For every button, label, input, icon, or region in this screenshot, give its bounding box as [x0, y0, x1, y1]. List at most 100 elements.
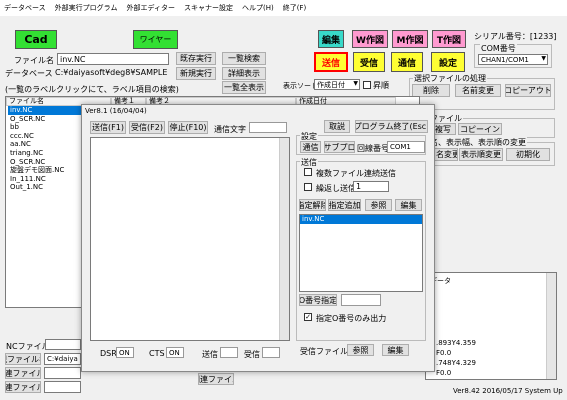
- w-figure-button[interactable]: W作図: [352, 30, 388, 48]
- list-item[interactable]: triang.NC: [8, 149, 82, 158]
- version-footer: Ver8.42 2016/05/17 System Up: [453, 387, 563, 395]
- receive-file-label: 受信ファイル: [300, 347, 348, 356]
- o-number-spec-button[interactable]: O番号指定: [299, 294, 337, 306]
- related-file2-button[interactable]: 関連ファイル2: [5, 381, 41, 393]
- list-item[interactable]: 旋盤デモ図面.NC: [8, 166, 82, 175]
- sort-select[interactable]: 作成日付 ▼: [314, 79, 360, 90]
- list-item[interactable]: O_SCR.NC: [8, 115, 82, 124]
- clear-spec-button[interactable]: 指定解除: [299, 199, 326, 211]
- list-item[interactable]: inv.NC: [8, 106, 82, 115]
- related-file1-button[interactable]: 関連ファイル1: [5, 367, 41, 379]
- rename-button[interactable]: 名前変更: [455, 84, 501, 97]
- selected-file-group-title: 選択ファイルの処理: [413, 73, 487, 84]
- send-button[interactable]: 送信: [314, 52, 348, 72]
- copy-out-button[interactable]: コピーアウト: [505, 84, 551, 97]
- data-line: F0.0: [436, 369, 452, 377]
- receive-browse-button[interactable]: 参照: [347, 344, 374, 356]
- data-line: F0.0: [436, 349, 452, 357]
- send-browse-button[interactable]: 参照: [365, 199, 392, 211]
- send-file-list[interactable]: inv.NC: [299, 214, 423, 292]
- data-line: .748Y4.329: [436, 359, 476, 367]
- com-select[interactable]: CHAN1/COM1 ▼: [478, 54, 548, 65]
- list-item[interactable]: bb: [8, 123, 82, 132]
- related-file-button[interactable]: 関連ファイル: [198, 373, 234, 385]
- receive-status-label: 受信: [244, 350, 260, 359]
- initialize-button[interactable]: 初期化: [506, 148, 550, 161]
- file-name-input[interactable]: inv.NC: [57, 53, 169, 65]
- dialog-manual-button[interactable]: 取説: [324, 120, 350, 133]
- hint-text: (一覧のラベルクリックにて、ラベル項目の検索): [5, 85, 179, 94]
- communication-button[interactable]: 通信: [391, 52, 423, 72]
- list-item[interactable]: ccc.NC: [8, 132, 82, 141]
- dsr-value: ON: [116, 347, 134, 358]
- menu-scanner-settings[interactable]: スキャナー設定: [184, 3, 233, 13]
- dialog-exit-button[interactable]: プログラム終了(Esc): [355, 120, 428, 133]
- menu-database[interactable]: データベース: [4, 3, 46, 13]
- only-o-output-label: 指定O番号のみ出力: [316, 314, 387, 323]
- list-item[interactable]: aa.NC: [8, 140, 82, 149]
- show-all-button[interactable]: 一覧全表示: [222, 81, 266, 94]
- dialog-receive-button[interactable]: 受信(F2): [129, 121, 165, 134]
- ascending-checkbox[interactable]: [363, 81, 371, 89]
- parent-file-input[interactable]: C:¥daiya: [44, 353, 81, 365]
- settings-button[interactable]: 設定: [431, 52, 465, 72]
- repeat-send-checkbox[interactable]: [304, 183, 312, 191]
- wiper-button[interactable]: ワイヤー: [133, 30, 178, 49]
- database-label: データベース: [5, 69, 53, 78]
- list-item[interactable]: Out_1.NC: [8, 183, 82, 192]
- add-spec-button[interactable]: 指定追加: [328, 199, 361, 211]
- com-value: CHAN1/COM1: [481, 55, 529, 64]
- cts-value: ON: [166, 347, 184, 358]
- chevron-down-icon: ▼: [353, 80, 358, 87]
- multi-file-label: 複数ファイル連続送信: [316, 169, 396, 178]
- send-status-label: 送信: [202, 350, 218, 359]
- chevron-down-icon: ▼: [541, 55, 546, 62]
- existing-run-button[interactable]: 既存実行: [176, 52, 216, 65]
- cad-button[interactable]: Cad: [15, 30, 57, 49]
- data-line: .893Y4.359: [436, 339, 476, 347]
- related-file1-input[interactable]: [44, 367, 81, 379]
- send-status-field: [220, 347, 238, 358]
- t-figure-button[interactable]: T作図: [432, 30, 466, 48]
- m-figure-button[interactable]: M作図: [392, 30, 428, 48]
- receive-button[interactable]: 受信: [353, 52, 385, 72]
- line-number-value: COM1: [387, 141, 425, 153]
- receive-text-area[interactable]: [90, 137, 290, 341]
- serial-number: シリアル番号：[1233]: [474, 32, 557, 41]
- menu-exit[interactable]: 終了(F): [283, 3, 307, 13]
- nc-file-input[interactable]: [45, 339, 81, 350]
- o-number-field: [341, 294, 381, 306]
- menu-external-editor[interactable]: 外部エディター: [126, 3, 175, 13]
- text-area-scrollbar[interactable]: [279, 138, 289, 340]
- parent-file-button[interactable]: 親ファイル名: [5, 353, 41, 365]
- database-path: C:¥daiyasoft¥deg8¥SAMPLE: [55, 68, 168, 77]
- send-list-item[interactable]: inv.NC: [300, 215, 422, 224]
- display-sort-label: 表示ソート: [283, 82, 318, 90]
- dialog-subpro-button[interactable]: サブプロ: [324, 141, 355, 153]
- receive-edit-button[interactable]: 編集: [382, 344, 409, 356]
- communication-dialog: Ver8.1 (16/04/04) 送信(F1) 受信(F2) 停止(F10) …: [81, 104, 435, 372]
- list-search-button[interactable]: 一覧検索: [222, 52, 266, 65]
- dialog-title: Ver8.1 (16/04/04): [85, 107, 147, 115]
- dialog-comm-button[interactable]: 通信: [300, 141, 321, 153]
- new-run-button[interactable]: 新規実行: [176, 67, 216, 80]
- repeat-send-label: 繰返し送信: [316, 184, 356, 193]
- copy-in-button[interactable]: コピーイン: [458, 123, 502, 135]
- related-file2-input[interactable]: [44, 381, 81, 393]
- dialog-stop-button[interactable]: 停止(F10): [168, 121, 208, 134]
- dialog-send-group-title: 送信: [300, 157, 318, 168]
- menu-external-program[interactable]: 外部実行プログラム: [55, 3, 118, 13]
- ascending-label: 昇順: [373, 81, 389, 90]
- only-o-output-checkbox[interactable]: ✓: [304, 313, 312, 321]
- edit-button[interactable]: 編集: [318, 30, 344, 48]
- detail-view-button[interactable]: 詳細表示: [222, 67, 266, 80]
- menu-help[interactable]: ヘルプ(H): [242, 3, 274, 13]
- send-edit-button[interactable]: 編集: [395, 199, 422, 211]
- multi-file-checkbox[interactable]: [304, 168, 312, 176]
- list-item[interactable]: In_111.NC: [8, 175, 82, 184]
- dialog-send-button[interactable]: 送信(F1): [90, 121, 126, 134]
- repeat-count-input[interactable]: 1: [353, 181, 389, 192]
- data-scrollbar[interactable]: [546, 273, 556, 379]
- list-item[interactable]: O_SCR.NC: [8, 158, 82, 167]
- display-order-change-button[interactable]: 表示順変更: [459, 148, 503, 161]
